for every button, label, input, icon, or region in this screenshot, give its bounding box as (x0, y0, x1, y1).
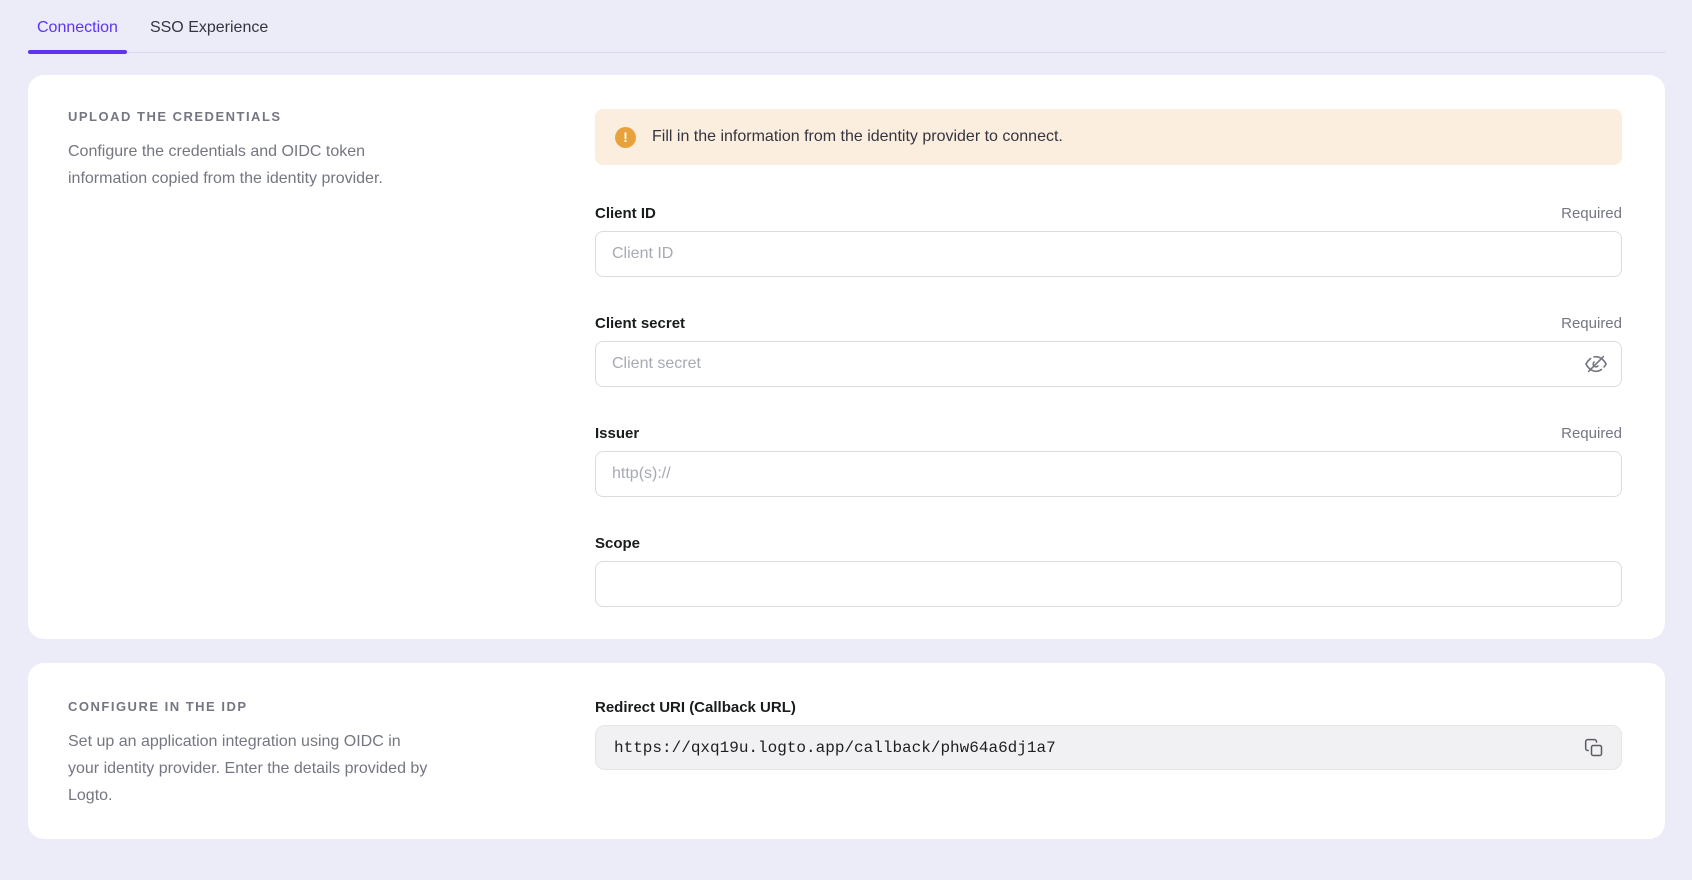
client-id-required-badge: Required (1561, 205, 1622, 223)
credentials-card-form-column: ! Fill in the information from the ident… (595, 109, 1622, 607)
client-id-label: Client ID (595, 205, 656, 223)
redirect-uri-copy-field: https://qxq19u.logto.app/callback/phw64a… (595, 725, 1622, 770)
client-id-field-group: Client ID Required (595, 205, 1622, 277)
section-title: CONFIGURE IN THE IDP (68, 699, 555, 714)
client-secret-required-badge: Required (1561, 315, 1622, 333)
copy-icon[interactable] (1581, 735, 1607, 761)
redirect-uri-value: https://qxq19u.logto.app/callback/phw64a… (614, 739, 1056, 757)
idp-card-left-column: CONFIGURE IN THE IDP Set up an applicati… (68, 699, 555, 809)
tab-sso-experience[interactable]: SSO Experience (141, 19, 277, 52)
alert-circle-icon: ! (615, 127, 636, 148)
issuer-label: Issuer (595, 425, 639, 443)
issuer-input[interactable] (595, 451, 1622, 497)
credentials-card-left-column: UPLOAD THE CREDENTIALS Configure the cre… (68, 109, 555, 607)
client-secret-label: Client secret (595, 315, 685, 333)
client-secret-field-group: Client secret Required (595, 315, 1622, 387)
section-description: Configure the credentials and OIDC token… (68, 138, 508, 192)
redirect-uri-label: Redirect URI (Callback URL) (595, 699, 796, 717)
scope-input[interactable] (595, 561, 1622, 607)
tab-connection[interactable]: Connection (28, 19, 127, 52)
alert-message: Fill in the information from the identit… (652, 128, 1063, 146)
scope-field-group: Scope (595, 535, 1622, 607)
issuer-required-badge: Required (1561, 425, 1622, 443)
section-description: Set up an application integration using … (68, 728, 508, 809)
alert-banner: ! Fill in the information from the ident… (595, 109, 1622, 165)
idp-card-form-column: Redirect URI (Callback URL) https://qxq1… (595, 699, 1622, 809)
credentials-card: UPLOAD THE CREDENTIALS Configure the cre… (28, 75, 1665, 639)
tab-bar: Connection SSO Experience (28, 0, 1665, 53)
client-id-input[interactable] (595, 231, 1622, 277)
scope-label: Scope (595, 535, 640, 553)
section-title: UPLOAD THE CREDENTIALS (68, 109, 555, 124)
idp-card: CONFIGURE IN THE IDP Set up an applicati… (28, 663, 1665, 839)
client-secret-input[interactable] (595, 341, 1622, 387)
issuer-field-group: Issuer Required (595, 425, 1622, 497)
eye-off-icon[interactable] (1584, 352, 1608, 376)
